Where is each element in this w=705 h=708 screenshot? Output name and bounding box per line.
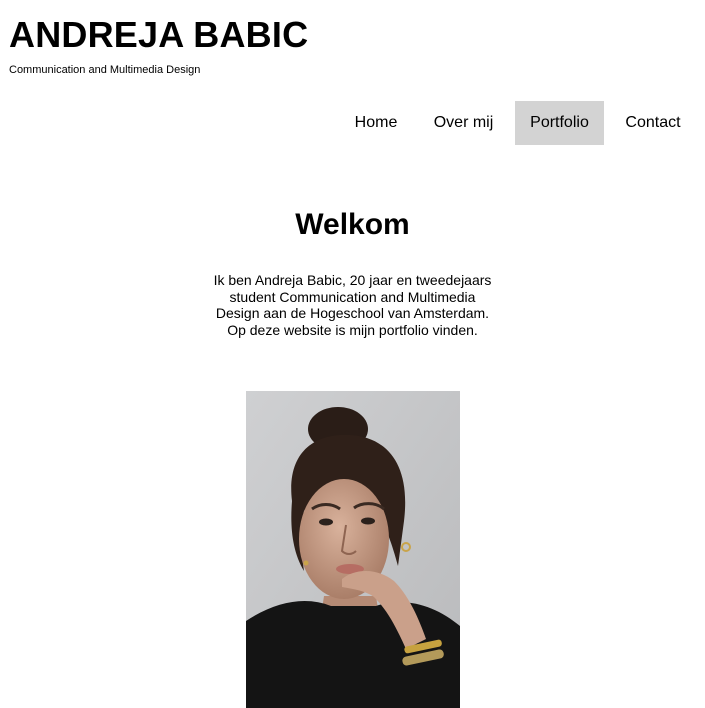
welcome-heading: Welkom (295, 208, 410, 241)
intro-text: Ik ben Andreja Babic, 20 jaar en tweedej… (213, 272, 492, 338)
nav-item-contact[interactable]: Contact (604, 101, 702, 145)
portrait-photo (246, 391, 460, 708)
nav-item-home[interactable]: Home (340, 101, 412, 145)
nav-item-portfolio[interactable]: Portfolio (515, 101, 604, 145)
main-nav: Home Over mij Portfolio Contact (340, 101, 702, 145)
site-title: ANDREJA BABIC (9, 14, 309, 55)
site-subtitle: Communication and Multimedia Design (9, 64, 201, 76)
nav-item-over-mij[interactable]: Over mij (412, 101, 515, 145)
page: ANDREJA BABIC Communication and Multimed… (0, 0, 705, 708)
